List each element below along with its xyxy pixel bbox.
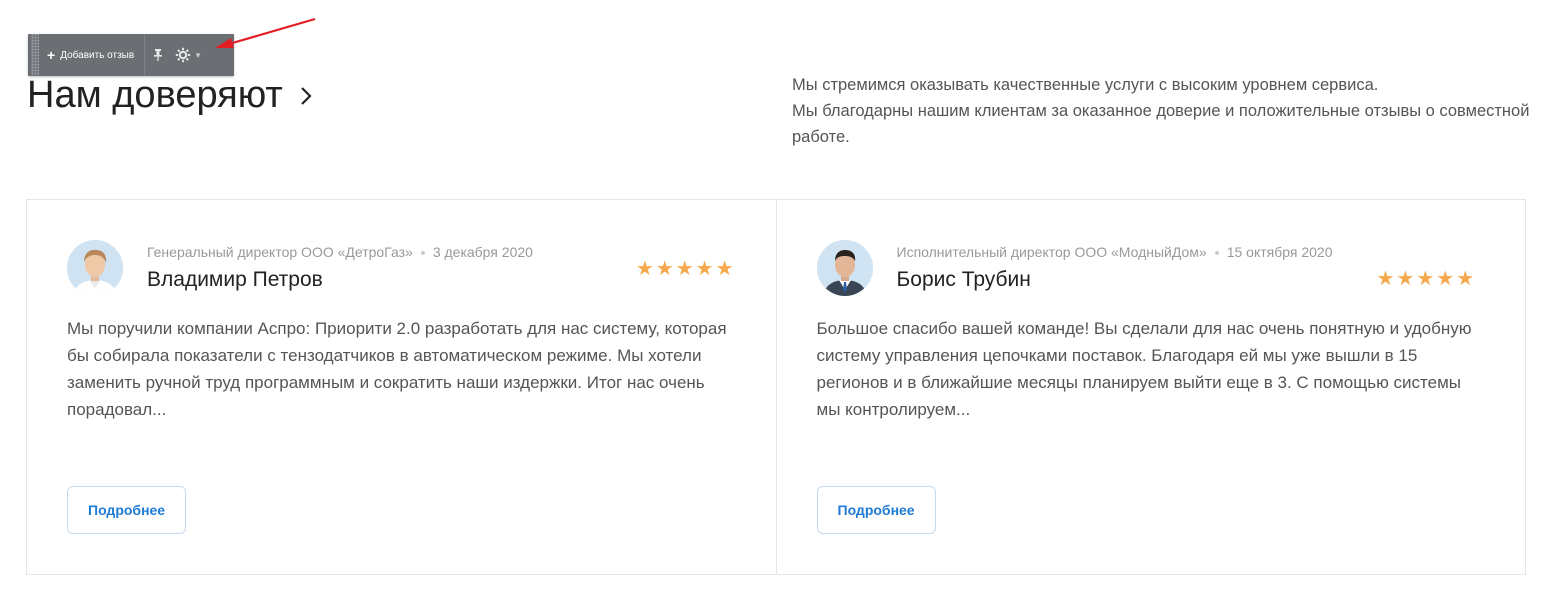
- reviewer-name: Владимир Петров: [147, 268, 323, 291]
- review-text: Большое спасибо вашей команде! Вы сделал…: [816, 319, 1472, 419]
- section-title-link[interactable]: Нам доверяют: [27, 74, 313, 117]
- separator-dot: [420, 251, 425, 256]
- review-card: Генеральный директор ООО «ДетроГаз» 3 дек…: [27, 200, 776, 574]
- annotation-arrow-icon: [215, 17, 316, 48]
- gear-icon: [175, 47, 191, 63]
- settings-button[interactable]: ▼: [171, 34, 206, 76]
- avatar: [67, 240, 123, 296]
- section-title: Нам доверяют: [27, 74, 283, 116]
- section-intro: Мы стремимся оказывать качественные услу…: [792, 72, 1532, 150]
- reviewer-position: Исполнительный директор ООО «МодныйДом»: [896, 244, 1207, 260]
- read-more-button[interactable]: Подробнее: [816, 486, 936, 534]
- pin-icon: [154, 49, 163, 62]
- review-date: 3 декабря 2020: [432, 244, 533, 260]
- admin-toolbar: + Добавить отзыв ▼: [28, 34, 234, 76]
- intro-line: Мы благодарны нашим клиентам за оказанно…: [792, 102, 1530, 146]
- separator-dot: [1214, 251, 1219, 256]
- reviewer-name: Борис Трубин: [896, 268, 1031, 291]
- review-text: Мы поручили компании Аспро: Приорити 2.0…: [67, 319, 727, 419]
- review-card: Исполнительный директор ООО «МодныйДом» 1…: [775, 200, 1526, 574]
- reviews-list: Генеральный директор ООО «ДетроГаз» 3 дек…: [26, 199, 1526, 575]
- read-more-button[interactable]: Подробнее: [67, 486, 187, 534]
- review-date: 15 октября 2020: [1226, 244, 1333, 260]
- plus-icon: +: [47, 47, 56, 63]
- reviewer-position: Генеральный директор ООО «ДетроГаз»: [147, 244, 413, 260]
- chevron-right-icon: [301, 86, 312, 105]
- add-review-button[interactable]: + Добавить отзыв: [39, 34, 144, 76]
- review-meta: Генеральный директор ООО «ДетроГаз» 3 дек…: [147, 240, 616, 264]
- drag-handle[interactable]: [31, 34, 39, 76]
- pin-button[interactable]: [145, 34, 171, 76]
- review-meta: Исполнительный директор ООО «МодныйДом» 1…: [897, 240, 1357, 264]
- rating-stars: ★★★★★: [635, 258, 736, 280]
- intro-line: Мы стремимся оказывать качественные услу…: [792, 76, 1379, 94]
- add-review-label: Добавить отзыв: [60, 49, 135, 61]
- avatar: [816, 240, 873, 296]
- rating-stars: ★★★★★: [1376, 268, 1477, 290]
- chevron-down-icon: ▼: [194, 50, 203, 60]
